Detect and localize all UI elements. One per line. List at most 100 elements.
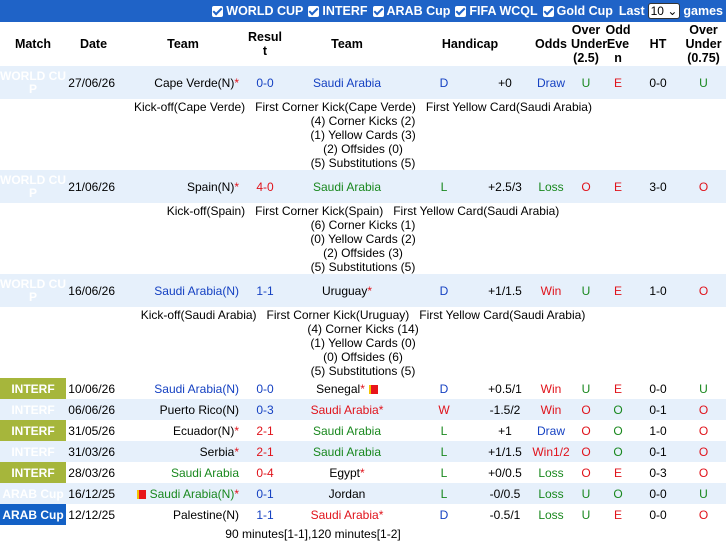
league-badge: INTERF: [0, 378, 66, 399]
checkbox-icon[interactable]: [372, 5, 384, 17]
odd-even-result: O: [601, 399, 636, 420]
match-date: 31/03/26: [66, 441, 121, 462]
score: 0-1: [245, 483, 285, 504]
table-row[interactable]: WORLD CUP 27/06/26 Cape Verde(N)* 0-0 Saudi …: [0, 66, 726, 99]
home-team[interactable]: Spain(N)*: [121, 170, 245, 203]
home-team[interactable]: Ecuador(N)*: [121, 420, 245, 441]
neutral-star-mark: *: [234, 75, 239, 90]
stat-line: (5) Substitutions (5): [310, 364, 416, 378]
checkbox-icon[interactable]: [542, 5, 554, 17]
stat-line: (0) Offsides (6): [323, 350, 403, 364]
match-stats: Kick-off(Spain) First Corner Kick(Spain)…: [0, 203, 726, 274]
table-row[interactable]: INTERF 06/06/26 Puerto Rico(N) 0-3 Saudi Ara…: [0, 399, 726, 420]
away-team[interactable]: Saudi Arabia: [285, 420, 409, 441]
over-under-075-result: U: [681, 66, 726, 99]
score: 1-1: [256, 507, 274, 522]
odd-even-result: E: [601, 274, 636, 307]
table-row[interactable]: INTERF 10/06/26 Saudi Arabia(N) 0-0 Senegal*…: [0, 378, 726, 399]
odd-even-result: E: [614, 465, 623, 480]
away-team[interactable]: Jordan: [285, 483, 409, 504]
checkbox-icon[interactable]: [212, 5, 224, 17]
filter-gold-cup[interactable]: Gold Cup: [542, 4, 613, 18]
home-team[interactable]: Saudi Arabia(N)*: [121, 483, 245, 504]
home-team[interactable]: Saudi Arabia(N): [121, 378, 245, 399]
home-team[interactable]: Palestine(N): [121, 504, 245, 525]
over-under-075-result: O: [681, 170, 726, 203]
table-row[interactable]: INTERF 31/03/26 Serbia* 2-1 Saudi Arabia L +1/…: [0, 441, 726, 462]
stat-line: (1) Yellow Cards (3): [310, 128, 416, 142]
league-badge: INTERF: [0, 420, 66, 441]
table-row[interactable]: INTERF 31/05/26 Ecuador(N)* 2-1 Saudi Arabia…: [0, 420, 726, 441]
match-date: 21/06/26: [66, 170, 121, 203]
away-team[interactable]: Saudi Arabia: [285, 66, 409, 99]
col-over-under-075: Over Under (0.75): [685, 23, 722, 65]
match-date: 16/06/26: [66, 274, 121, 307]
result-letter: L: [440, 465, 448, 480]
over-under-result: U: [571, 274, 602, 307]
odds-result: Win: [531, 399, 572, 420]
away-team[interactable]: Egypt*: [285, 462, 409, 483]
table-row[interactable]: INTERF 28/03/26 Saudi Arabia 0-4 Egypt* L +0/0…: [0, 462, 726, 483]
result-letter: L: [409, 441, 479, 462]
away-team[interactable]: Saudi Arabia: [285, 170, 409, 203]
filter-fifa-wcql[interactable]: FIFA WCQL: [455, 4, 538, 18]
away-team[interactable]: Senegal*: [285, 378, 409, 399]
handicap-value: +0/0.5: [488, 465, 522, 480]
games-label: games: [683, 4, 723, 18]
score: 1-1: [245, 274, 285, 307]
over-under-result: O: [571, 399, 602, 420]
team-name: Saudi Arabia: [312, 75, 382, 90]
half-time-score: 0-3: [649, 465, 667, 480]
neutral-star-mark: *: [367, 283, 373, 298]
home-team[interactable]: Serbia*: [121, 441, 245, 462]
handicap-value: +1/1.5: [479, 441, 532, 462]
team-name: Saudi Arabia: [170, 465, 239, 480]
over-under-result: O: [581, 465, 591, 480]
odds-result: Draw: [531, 66, 572, 99]
odds-result: Win: [531, 274, 572, 307]
away-team[interactable]: Saudi Arabia*: [285, 399, 409, 420]
match-date: 10/06/26: [68, 381, 115, 396]
result-letter: D: [439, 507, 449, 522]
away-team[interactable]: Saudi Arabia: [285, 441, 409, 462]
col-ht: HT: [649, 37, 667, 51]
filter-interf[interactable]: INTERF: [308, 4, 368, 18]
half-time-score: 0-0: [635, 66, 682, 99]
last-label: Last: [618, 4, 645, 18]
away-team[interactable]: Uruguay*: [285, 274, 409, 307]
home-team[interactable]: Saudi Arabia: [121, 462, 245, 483]
footer-row: 90 minutes[1-1],120 minutes[1-2]: [0, 525, 726, 543]
half-time-score: 1-0: [649, 423, 667, 438]
result-letter: D: [409, 274, 479, 307]
team-name: Saudi Arabia(N): [149, 486, 235, 501]
handicap-value: +1: [498, 423, 512, 438]
table-row[interactable]: WORLD CUP 16/06/26 Saudi Arabia(N) 1-1 Urugu…: [0, 274, 726, 307]
filter-arab-cup[interactable]: ARAB Cup: [372, 4, 450, 18]
score: 0-0: [256, 381, 274, 396]
away-team[interactable]: Saudi Arabia*: [285, 504, 409, 525]
odds-result: Loss: [538, 507, 564, 522]
match-detail-row: Kick-off(Saudi Arabia) First Corner Kick…: [0, 307, 726, 378]
table-row[interactable]: ARAB Cup 12/12/25 Palestine(N) 1-1 Saudi Ara…: [0, 504, 726, 525]
odds-result: Loss: [531, 483, 572, 504]
filter-world-cup[interactable]: WORLD CUP: [212, 4, 303, 18]
neutral-star-mark: *: [234, 486, 239, 501]
team-name: Saudi Arabia: [312, 179, 382, 194]
checkbox-icon[interactable]: [455, 5, 467, 17]
home-team[interactable]: Puerto Rico(N): [121, 399, 245, 420]
checkbox-icon[interactable]: [308, 5, 320, 17]
home-team[interactable]: Cape Verde(N)*: [121, 66, 245, 99]
home-team[interactable]: Saudi Arabia(N): [121, 274, 245, 307]
red-card-icon: [368, 384, 378, 394]
last-games-select[interactable]: 10 ⌄: [647, 3, 681, 19]
team-name: Saudi Arabia: [312, 444, 382, 459]
match-date: 27/06/26: [66, 66, 121, 99]
neutral-star-mark: *: [234, 444, 239, 459]
odd-even-result: E: [601, 66, 636, 99]
table-row[interactable]: ARAB Cup 16/12/25 Saudi Arabia(N)* 0-1 Jorda…: [0, 483, 726, 504]
table-row[interactable]: WORLD CUP 21/06/26 Spain(N)* 4-0 Saudi Arabi…: [0, 170, 726, 203]
stat-line: Kick-off(Cape Verde) First Corner Kick(C…: [134, 100, 592, 114]
stat-line: (2) Offsides (0): [323, 142, 403, 156]
half-time-score: 0-0: [635, 483, 682, 504]
score: 2-1: [245, 441, 285, 462]
